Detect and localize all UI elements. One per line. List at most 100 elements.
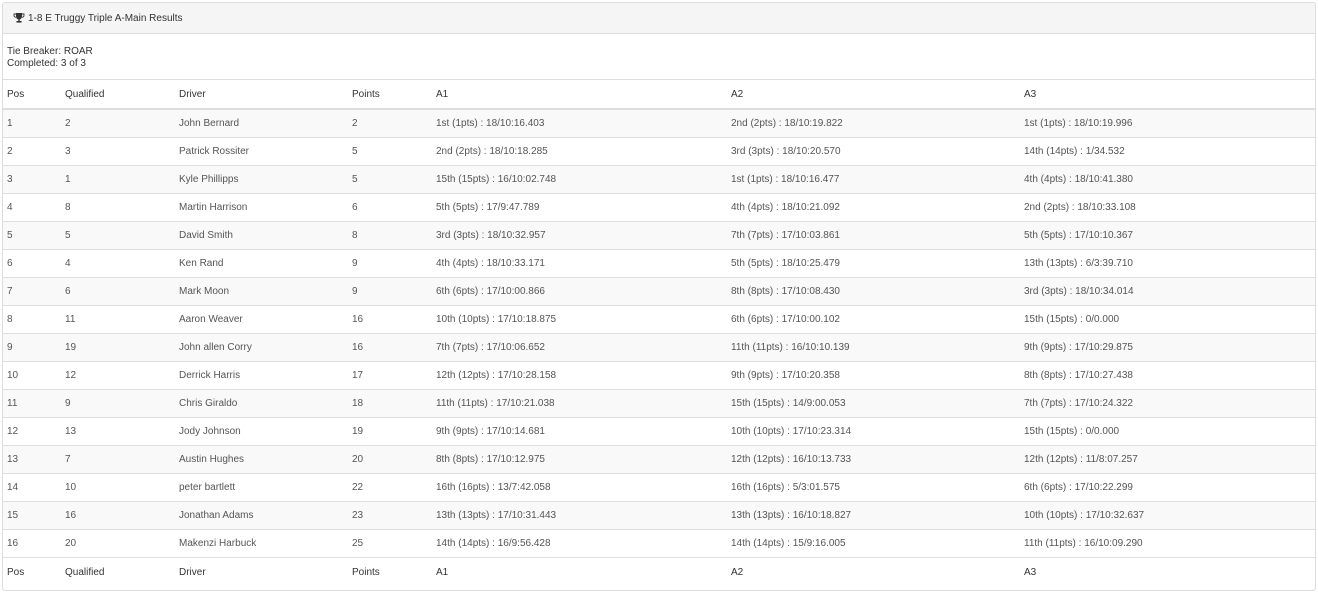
- panel-heading: 1-8 E Truggy Triple A-Main Results: [3, 3, 1315, 34]
- qualified-cell: 20: [61, 528, 175, 557]
- a1-cell: 13th (13pts) : 17/10:31.443: [432, 500, 727, 529]
- qualified-cell: 12: [61, 360, 175, 389]
- driver-cell: Aaron Weaver: [175, 304, 348, 333]
- driver-cell: David Smith: [175, 220, 348, 249]
- qualified-cell: 16: [61, 500, 175, 529]
- driver-cell: Austin Hughes: [175, 444, 348, 473]
- table-footer-row: Pos Qualified Driver Points A1 A2 A3: [3, 556, 1315, 587]
- a2-cell: 4th (4pts) : 18/10:21.092: [727, 192, 1020, 221]
- a3-cell: 4th (4pts) : 18/10:41.380: [1020, 164, 1315, 193]
- a1-cell: 10th (10pts) : 17/10:18.875: [432, 304, 727, 333]
- pos-cell: 16: [3, 528, 61, 557]
- qualified-cell: 11: [61, 304, 175, 333]
- tie-breaker-text: Tie Breaker: ROAR: [7, 46, 93, 57]
- a1-cell: 2nd (2pts) : 18/10:18.285: [432, 136, 727, 165]
- qualified-cell: 19: [61, 332, 175, 361]
- pos-cell: 2: [3, 136, 61, 165]
- table-row: 2 3 Patrick Rossiter 5 2nd (2pts) : 18/10:18…: [3, 136, 1315, 165]
- a2-cell: 2nd (2pts) : 18/10:19.822: [727, 109, 1020, 137]
- driver-cell: Jonathan Adams: [175, 500, 348, 529]
- a2-cell: 5th (5pts) : 18/10:25.479: [727, 248, 1020, 277]
- a3-cell: 5th (5pts) : 17/10:10.367: [1020, 220, 1315, 249]
- column-footer-pos: Pos: [3, 556, 61, 587]
- qualified-cell: 9: [61, 388, 175, 417]
- a2-cell: 3rd (3pts) : 18/10:20.570: [727, 136, 1020, 165]
- pos-cell: 10: [3, 360, 61, 389]
- a3-cell: 14th (14pts) : 1/34.532: [1020, 136, 1315, 165]
- a3-cell: 7th (7pts) : 17/10:24.322: [1020, 388, 1315, 417]
- table-row: 5 5 David Smith 8 3rd (3pts) : 18/10:32.957 7…: [3, 220, 1315, 249]
- points-cell: 23: [348, 500, 432, 529]
- table-row: 4 8 Martin Harrison 6 5th (5pts) : 17/9:47.7…: [3, 192, 1315, 221]
- a2-cell: 7th (7pts) : 17/10:03.861: [727, 220, 1020, 249]
- a2-cell: 16th (16pts) : 5/3:01.575: [727, 472, 1020, 501]
- qualified-cell: 6: [61, 276, 175, 305]
- column-footer-points: Points: [348, 556, 432, 587]
- column-header-a3[interactable]: A3: [1020, 80, 1315, 110]
- qualified-cell: 2: [61, 109, 175, 137]
- a2-cell: 14th (14pts) : 15/9:16.005: [727, 528, 1020, 557]
- pos-cell: 11: [3, 388, 61, 417]
- pos-cell: 1: [3, 109, 61, 137]
- qualified-cell: 1: [61, 164, 175, 193]
- pos-cell: 15: [3, 500, 61, 529]
- a2-cell: 12th (12pts) : 16/10:13.733: [727, 444, 1020, 473]
- pos-cell: 14: [3, 472, 61, 501]
- points-cell: 19: [348, 416, 432, 445]
- qualified-cell: 4: [61, 248, 175, 277]
- table-row: 3 1 Kyle Phillipps 5 15th (15pts) : 16/10:02…: [3, 164, 1315, 193]
- pos-cell: 12: [3, 416, 61, 445]
- a1-cell: 14th (14pts) : 16/9:56.428: [432, 528, 727, 557]
- table-row: 7 6 Mark Moon 9 6th (6pts) : 17/10:00.866 8th…: [3, 276, 1315, 305]
- points-cell: 17: [348, 360, 432, 389]
- a1-cell: 4th (4pts) : 18/10:33.171: [432, 248, 727, 277]
- points-cell: 9: [348, 248, 432, 277]
- pos-cell: 13: [3, 444, 61, 473]
- driver-cell: Martin Harrison: [175, 192, 348, 221]
- driver-cell: Ken Rand: [175, 248, 348, 277]
- a1-cell: 3rd (3pts) : 18/10:32.957: [432, 220, 727, 249]
- driver-cell: Derrick Harris: [175, 360, 348, 389]
- a3-cell: 13th (13pts) : 6/3:39.710: [1020, 248, 1315, 277]
- driver-cell: peter bartlett: [175, 472, 348, 501]
- a3-cell: 3rd (3pts) : 18/10:34.014: [1020, 276, 1315, 305]
- column-header-a1[interactable]: A1: [432, 80, 727, 110]
- driver-cell: Makenzi Harbuck: [175, 528, 348, 557]
- a1-cell: 5th (5pts) : 17/9:47.789: [432, 192, 727, 221]
- column-header-pos[interactable]: Pos: [3, 80, 61, 110]
- a3-cell: 10th (10pts) : 17/10:32.637: [1020, 500, 1315, 529]
- results-body: 1 2 John Bernard 2 1st (1pts) : 18/10:16.403…: [3, 109, 1315, 557]
- driver-cell: Chris Giraldo: [175, 388, 348, 417]
- pos-cell: 7: [3, 276, 61, 305]
- panel-title: 1-8 E Truggy Triple A-Main Results: [28, 12, 183, 24]
- table-row: 9 19 John allen Corry 16 7th (7pts) : 17/10:…: [3, 332, 1315, 361]
- column-header-qualified[interactable]: Qualified: [61, 80, 175, 110]
- column-header-driver[interactable]: Driver: [175, 80, 348, 110]
- qualified-cell: 8: [61, 192, 175, 221]
- a1-cell: 7th (7pts) : 17/10:06.652: [432, 332, 727, 361]
- a2-cell: 15th (15pts) : 14/9:00.053: [727, 388, 1020, 417]
- points-cell: 25: [348, 528, 432, 557]
- column-header-a2[interactable]: A2: [727, 80, 1020, 110]
- pos-cell: 4: [3, 192, 61, 221]
- driver-cell: John Bernard: [175, 109, 348, 137]
- driver-cell: Mark Moon: [175, 276, 348, 305]
- a2-cell: 9th (9pts) : 17/10:20.358: [727, 360, 1020, 389]
- table-header-row: Pos Qualified Driver Points A1 A2 A3: [3, 80, 1315, 110]
- a3-cell: 12th (12pts) : 11/8:07.257: [1020, 444, 1315, 473]
- driver-cell: Jody Johnson: [175, 416, 348, 445]
- a3-cell: 9th (9pts) : 17/10:29.875: [1020, 332, 1315, 361]
- points-cell: 18: [348, 388, 432, 417]
- a2-cell: 8th (8pts) : 17/10:08.430: [727, 276, 1020, 305]
- points-cell: 2: [348, 109, 432, 137]
- column-footer-a3: A3: [1020, 556, 1315, 587]
- table-row: 10 12 Derrick Harris 17 12th (12pts) : 17/10…: [3, 360, 1315, 389]
- a2-cell: 13th (13pts) : 16/10:18.827: [727, 500, 1020, 529]
- completed-text: Completed: 3 of 3: [7, 58, 86, 69]
- pos-cell: 3: [3, 164, 61, 193]
- column-header-points[interactable]: Points: [348, 80, 432, 110]
- column-footer-driver: Driver: [175, 556, 348, 587]
- column-footer-a2: A2: [727, 556, 1020, 587]
- a2-cell: 1st (1pts) : 18/10:16.477: [727, 164, 1020, 193]
- qualified-cell: 10: [61, 472, 175, 501]
